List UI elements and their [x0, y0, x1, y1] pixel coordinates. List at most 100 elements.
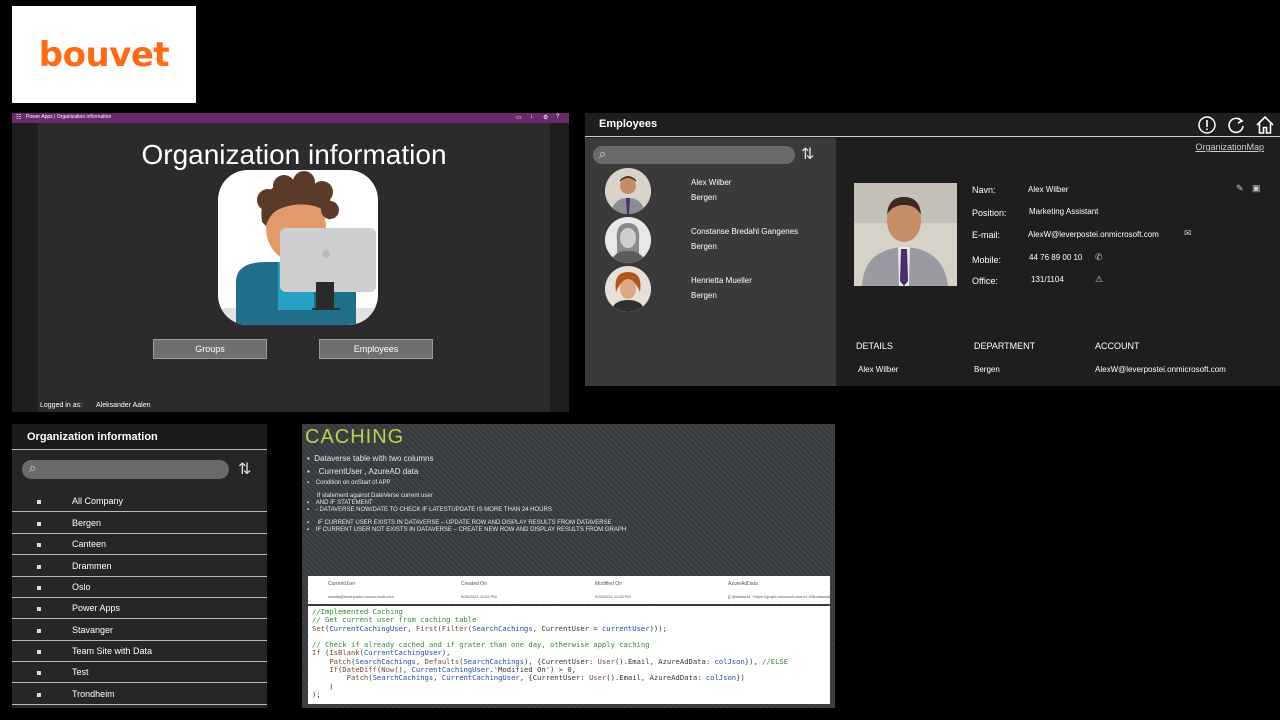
settings-icon[interactable]: ⚙ — [543, 114, 548, 121]
edit-icon[interactable]: ✎ — [1236, 183, 1244, 194]
org-info-app-screenshot: ☷ Power Apps | Organization information … — [12, 113, 569, 412]
group-name: Team Site with Data — [72, 646, 153, 656]
titlebar-text: Power Apps | Organization information — [26, 114, 112, 120]
employee-name: Constanse Bredahl Gangenes — [691, 227, 799, 236]
name-label: Navn: — [972, 185, 996, 195]
app-titlebar: ☷ Power Apps | Organization information … — [12, 113, 569, 123]
group-list-item[interactable]: All Company — [12, 491, 267, 512]
employee-search-input[interactable]: ⌕ — [593, 146, 795, 164]
mail-icon[interactable]: ✉ — [1184, 228, 1192, 239]
bullet-text: Condition on onStart of APP — [315, 480, 391, 486]
group-list-item[interactable]: Power Apps — [12, 598, 267, 619]
group-name: Test — [72, 667, 89, 677]
bullet-icon — [37, 522, 41, 526]
email-label: E-mail: — [972, 230, 1001, 240]
group-search-input[interactable]: ⌕ — [22, 460, 229, 479]
group-name: Oslo — [72, 582, 91, 592]
group-list-item[interactable]: Canteen — [12, 534, 267, 555]
table-header: AzureAdData — [728, 581, 758, 587]
logged-in-info: Logged in as: Aleksander Aalen — [40, 402, 150, 409]
group-list-item[interactable]: Stavanger — [12, 620, 267, 641]
group-name: Power Apps — [72, 603, 121, 613]
bullet-icon — [37, 650, 41, 654]
details-column-header: DETAILS — [856, 341, 893, 351]
employee-detail-photo — [854, 183, 957, 286]
groups-header: Organization information — [12, 424, 267, 450]
position-value: Marketing Assistant — [1029, 207, 1099, 216]
help-icon[interactable]: ? — [556, 114, 559, 120]
account-column-header: ACCOUNT — [1095, 341, 1140, 351]
department-column-header: DEPARTMENT — [974, 341, 1036, 351]
slide-bullet: ▪ Dataverse table with two columns — [307, 454, 434, 463]
window-icon[interactable]: ▭ — [516, 114, 522, 121]
group-name: All Company — [72, 496, 124, 506]
search-icon: ⌕ — [599, 146, 607, 161]
search-icon: ⌕ — [29, 460, 37, 475]
bullet-icon — [37, 629, 41, 633]
office-value: 131/1104 — [1031, 275, 1064, 284]
caching-slide: CACHING ▪ Dataverse table with two colum… — [302, 424, 835, 708]
employees-button[interactable]: Employees — [319, 339, 433, 359]
bullet-text: Dataverse table with two columns — [314, 454, 434, 463]
table-cell: [{"@odata.id":"https://graph.microsoft.c… — [728, 594, 835, 599]
group-list-item[interactable]: Team Site with Data — [12, 641, 267, 662]
waffle-icon[interactable]: ☷ — [16, 114, 21, 121]
app-canvas: Organization information Groups Employee… — [38, 123, 550, 412]
department-cell: Bergen — [974, 365, 1000, 374]
bullet-text: - DATAVERSE NOW/DATE TO CHECK IF LATESTU… — [315, 507, 552, 513]
employees-app-screenshot: Employees ⌕ ⇅ Alex Wilber Bergen Constan… — [585, 113, 1280, 386]
slide-bullet: ▪ AND IF STATEMENT — [307, 500, 373, 506]
employees-header: Employees — [585, 113, 1280, 137]
position-label: Position: — [972, 208, 1007, 218]
name-value: Alex Wilber — [1028, 185, 1069, 194]
employee-list-item[interactable]: Constanse Bredahl Gangenes Bergen — [605, 217, 825, 263]
phone-icon[interactable]: ✆ — [1095, 252, 1103, 263]
group-list-item[interactable]: Bergen — [12, 513, 267, 534]
organization-map-link[interactable]: OrganizationMap — [1195, 142, 1264, 152]
groups-button[interactable]: Groups — [153, 339, 267, 359]
logged-in-user: Aleksander Aalen — [96, 402, 151, 409]
bullet-text: CurrentUser , AzureAD data — [318, 467, 419, 476]
table-header: Modified On — [595, 581, 622, 587]
employee-name: Alex Wilber — [691, 178, 732, 187]
bullet-icon — [37, 543, 41, 547]
employee-photo — [605, 168, 651, 214]
info-icon[interactable] — [1197, 115, 1217, 135]
group-name: Bergen — [72, 518, 102, 528]
group-name: Canteen — [72, 539, 107, 549]
group-list-item[interactable]: Test — [12, 662, 267, 683]
user-at-computer-illustration — [218, 170, 378, 325]
warning-icon[interactable]: ⚠ — [1095, 274, 1103, 285]
sort-icon[interactable]: ⇅ — [801, 144, 814, 164]
group-list-item[interactable]: Drammen — [12, 556, 267, 577]
group-list-item[interactable]: Trondheim — [12, 684, 267, 705]
slide-bullet: If statement against DateVerse current u… — [317, 493, 433, 499]
table-cell: 9/28/2021 11:03 PM — [595, 594, 631, 599]
slide-title: CACHING — [305, 426, 405, 448]
details-cell: Alex Wilber — [858, 365, 899, 374]
employee-list-panel: ⌕ ⇅ Alex Wilber Bergen Constanse Bredahl… — [585, 138, 836, 386]
download-icon[interactable]: ↓ — [530, 114, 533, 120]
group-name: Stavanger — [72, 625, 114, 635]
employee-list-item[interactable]: Henrietta Mueller Bergen — [605, 266, 825, 312]
bullet-icon — [37, 693, 41, 697]
bullet-text: IF CURRENT USER NOT EXISTS IN DATAVERSE … — [315, 527, 627, 533]
bullet-text: IF CURRENT USER EXISTS IN DATAVERSE – UP… — [317, 520, 612, 526]
mobile-value: 44 76 89 00 10 — [1029, 253, 1083, 262]
bullet-text: AND IF STATEMENT — [315, 500, 373, 506]
group-name: Trondheim — [72, 689, 115, 699]
refresh-icon[interactable] — [1226, 115, 1246, 135]
group-name: Drammen — [72, 561, 112, 571]
email-value: AlexW@leverpostei.onmicrosoft.com — [1028, 230, 1159, 239]
bullet-text: If statement against DateVerse current u… — [317, 493, 433, 499]
employee-name: Henrietta Mueller — [691, 276, 752, 285]
slide-bullet: ▪ IF CURRENT USER EXISTS IN DATAVERSE – … — [307, 520, 612, 526]
sort-icon[interactable]: ⇅ — [238, 459, 251, 479]
employee-list-item[interactable]: Alex Wilber Bergen — [605, 168, 825, 214]
employee-city: Bergen — [691, 291, 717, 300]
home-icon[interactable] — [1255, 115, 1275, 135]
save-icon[interactable]: ▣ — [1252, 183, 1261, 194]
group-list-item[interactable]: Oslo — [12, 577, 267, 598]
code-snippet: //Implemented Caching // Get current use… — [308, 606, 830, 704]
dataverse-table: CurrentUser Created On Modified On Azure… — [308, 576, 834, 604]
